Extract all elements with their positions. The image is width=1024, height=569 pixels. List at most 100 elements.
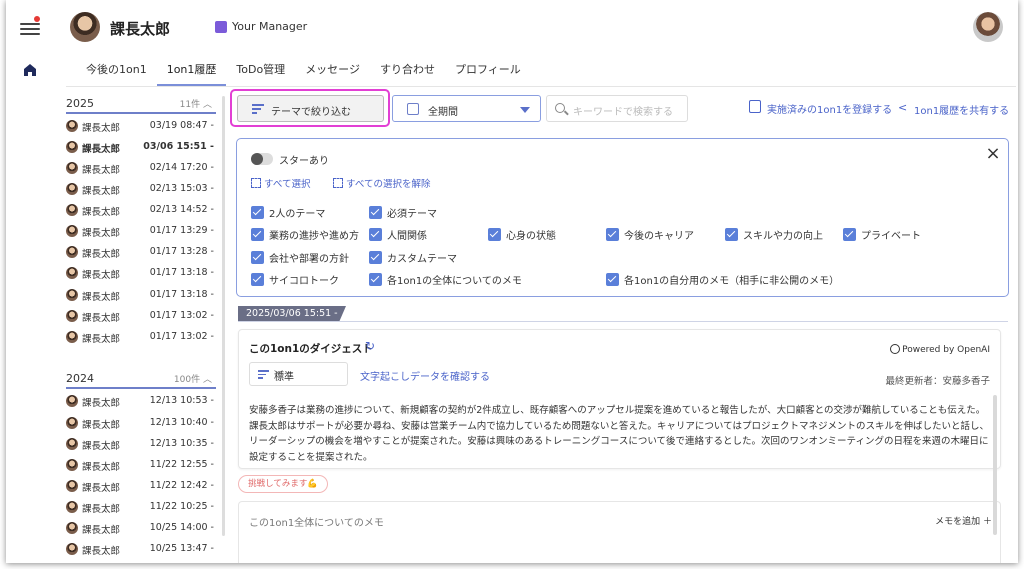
reaction-badge[interactable]: 挑戦してみます💪 — [238, 475, 328, 493]
theme-checkbox[interactable]: 各1on1の全体についてのメモ — [369, 272, 522, 287]
chevron-down-icon: ﹀ — [274, 371, 284, 381]
document-icon — [749, 100, 761, 113]
history-item[interactable]: 課長太郎 02/14 17:20 - — [66, 158, 216, 179]
history-item[interactable]: 課長太郎 01/17 13:18 - — [66, 285, 216, 306]
calendar-icon — [407, 103, 419, 115]
theme-checkbox[interactable]: 業務の進捗や進め方 — [251, 227, 359, 242]
share-icon: < — [898, 101, 908, 114]
tab-history[interactable]: 1on1履歴 — [156, 62, 227, 86]
theme-checkbox[interactable]: 2人のテーマ — [251, 205, 325, 220]
chevron-up-icon[interactable]: ︿ — [203, 100, 212, 110]
avatar — [66, 162, 78, 174]
share-history-link[interactable]: 1on1履歴を共有する — [914, 102, 1009, 117]
refresh-icon[interactable]: ↻ — [365, 339, 375, 353]
theme-checkbox[interactable]: スキルや力の向上 — [725, 227, 823, 242]
history-item[interactable]: 課長太郎 01/17 13:18 - — [66, 263, 216, 284]
tab-alignment[interactable]: すり合わせ — [370, 62, 445, 86]
checkbox-checked-icon — [606, 228, 619, 241]
theme-checkbox[interactable]: 人間関係 — [369, 227, 427, 242]
hamburger-menu-icon[interactable] — [20, 20, 40, 36]
memo-title: この1on1全体についてのメモ — [249, 518, 384, 529]
history-item[interactable]: 課長太郎 01/17 13:02 - — [66, 306, 216, 327]
tab-upcoming[interactable]: 今後の1on1 — [76, 62, 157, 86]
avatar — [66, 438, 78, 450]
history-item[interactable]: 課長太郎 03/19 08:47 - — [66, 116, 216, 137]
checkbox-checked-icon — [369, 251, 382, 264]
history-item[interactable]: 課長太郎 12/13 10:53 - — [66, 391, 216, 412]
close-icon[interactable]: × — [984, 145, 1002, 163]
tab-todo[interactable]: ToDo管理 — [226, 62, 295, 86]
manager-label: Your Manager — [232, 20, 308, 33]
history-item[interactable]: 課長太郎 11/22 12:55 - — [66, 455, 216, 476]
tab-bar: 今後の1on1 1on1履歴 ToDo管理 メッセージ すり合わせ プロフィール — [76, 62, 531, 86]
year-header-2024[interactable]: 2024 100件 ︿ — [66, 372, 216, 385]
caret-down-icon — [520, 107, 530, 113]
transcript-link[interactable]: 文字起こしデータを確認する — [360, 368, 490, 383]
avatar — [66, 417, 78, 429]
user-avatar[interactable] — [70, 12, 100, 42]
memo-card: この1on1全体についてのメモ メモを追加 ＋ — [238, 501, 1001, 563]
tab-messages[interactable]: メッセージ — [295, 62, 370, 86]
year-header-2025[interactable]: 2025 11件 ︿ — [66, 97, 216, 110]
checkbox-checked-icon — [488, 228, 501, 241]
chevron-up-icon[interactable]: ︿ — [203, 375, 212, 385]
avatar — [66, 522, 78, 534]
year-underline — [66, 387, 216, 389]
checkbox-checked-icon — [843, 228, 856, 241]
theme-checkbox[interactable]: 心身の状態 — [488, 227, 556, 242]
theme-checkbox[interactable]: カスタムテーマ — [369, 250, 457, 265]
main-scrollbar[interactable] — [993, 395, 997, 535]
select-all-link[interactable]: すべて選択 — [251, 176, 310, 190]
filter-lines-icon — [252, 104, 264, 114]
tab-profile[interactable]: プロフィール — [445, 62, 531, 86]
checkbox-checked-icon — [369, 228, 382, 241]
avatar — [66, 120, 78, 132]
avatar — [66, 183, 78, 195]
search-placeholder: キーワードで検索する — [573, 107, 673, 118]
search-icon — [555, 103, 565, 113]
history-item-selected[interactable]: 課長太郎 03/06 15:51 - — [66, 137, 216, 158]
theme-checkbox[interactable]: サイコロトーク — [251, 272, 339, 287]
digest-title: この1on1のダイジェスト — [249, 343, 373, 355]
history-item[interactable]: 課長太郎 10/25 14:00 - — [66, 518, 216, 539]
register-session-link[interactable]: 実施済みの1on1を登録する — [767, 101, 892, 116]
digest-mode-select[interactable]: 標準 ﹀ — [249, 362, 348, 386]
history-item[interactable]: 課長太郎 11/22 10:25 - — [66, 497, 216, 518]
keyword-search-input[interactable]: キーワードで検索する — [546, 95, 688, 122]
checkbox-checked-icon — [251, 251, 264, 264]
session-date-tag: 2025/03/06 15:51 - — [238, 306, 346, 321]
theme-checkbox[interactable]: 各1on1の自分用のメモ（相手に非公開のメモ） — [606, 272, 839, 287]
history-item[interactable]: 課長太郎 02/13 15:03 - — [66, 179, 216, 200]
theme-checkbox[interactable]: 必須テーマ — [369, 205, 437, 220]
theme-checkbox[interactable]: プライベート — [843, 227, 921, 242]
history-item[interactable]: 課長太郎 01/17 13:02 - — [66, 327, 216, 348]
list-scrollbar[interactable] — [222, 96, 225, 536]
star-toggle[interactable] — [251, 153, 273, 165]
year-label: 2024 — [66, 372, 94, 385]
history-item[interactable]: 課長太郎 12/13 10:35 - — [66, 434, 216, 455]
home-icon[interactable] — [23, 63, 37, 77]
avatar — [66, 543, 78, 555]
avatar — [66, 459, 78, 471]
deselect-all-link[interactable]: すべての選択を解除 — [333, 176, 430, 190]
avatar — [66, 204, 78, 216]
checkbox-checked-icon — [369, 273, 382, 286]
avatar — [66, 331, 78, 343]
select-all-icon — [251, 178, 261, 188]
avatar — [66, 480, 78, 492]
add-memo-button[interactable]: メモを追加 ＋ — [935, 514, 992, 527]
history-item[interactable]: 課長太郎 10/25 13:47 - — [66, 539, 216, 560]
period-select[interactable]: 全期間 — [392, 95, 541, 122]
avatar — [66, 501, 78, 513]
deselect-all-icon — [333, 178, 343, 188]
history-item[interactable]: 課長太郎 01/17 13:28 - — [66, 242, 216, 263]
theme-filter-button[interactable]: テーマで絞り込む — [237, 95, 384, 122]
account-avatar[interactable] — [973, 12, 1003, 42]
history-item[interactable]: 課長太郎 11/22 12:42 - — [66, 476, 216, 497]
history-item[interactable]: 課長太郎 01/17 13:29 - — [66, 221, 216, 242]
history-item[interactable]: 課長太郎 02/13 14:52 - — [66, 200, 216, 221]
theme-checkbox[interactable]: 今後のキャリア — [606, 227, 694, 242]
history-item[interactable]: 課長太郎 12/13 10:40 - — [66, 413, 216, 434]
theme-checkbox[interactable]: 会社や部署の方針 — [251, 250, 349, 265]
person-badge-icon — [215, 21, 227, 33]
